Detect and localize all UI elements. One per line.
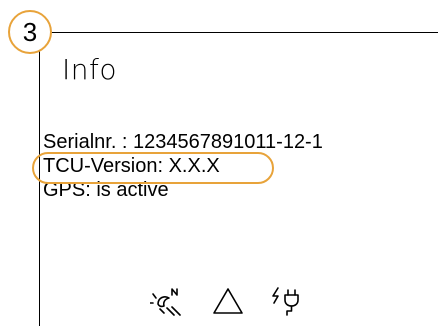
frame-top-border	[40, 32, 438, 33]
night-mode-icon	[150, 288, 181, 316]
status-icon-bar	[150, 286, 302, 316]
warning-triangle-icon	[213, 288, 243, 314]
charging-plug-icon	[272, 287, 299, 316]
tcu-version-highlight	[32, 152, 274, 184]
serial-number-text: Serialnr. : 1234567891011-12-1	[43, 131, 323, 153]
step-number-badge: 3	[8, 10, 52, 54]
info-screen: 3 Info Serialnr. : 1234567891011-12-1 TC…	[0, 0, 438, 326]
page-title: Info	[62, 53, 117, 86]
